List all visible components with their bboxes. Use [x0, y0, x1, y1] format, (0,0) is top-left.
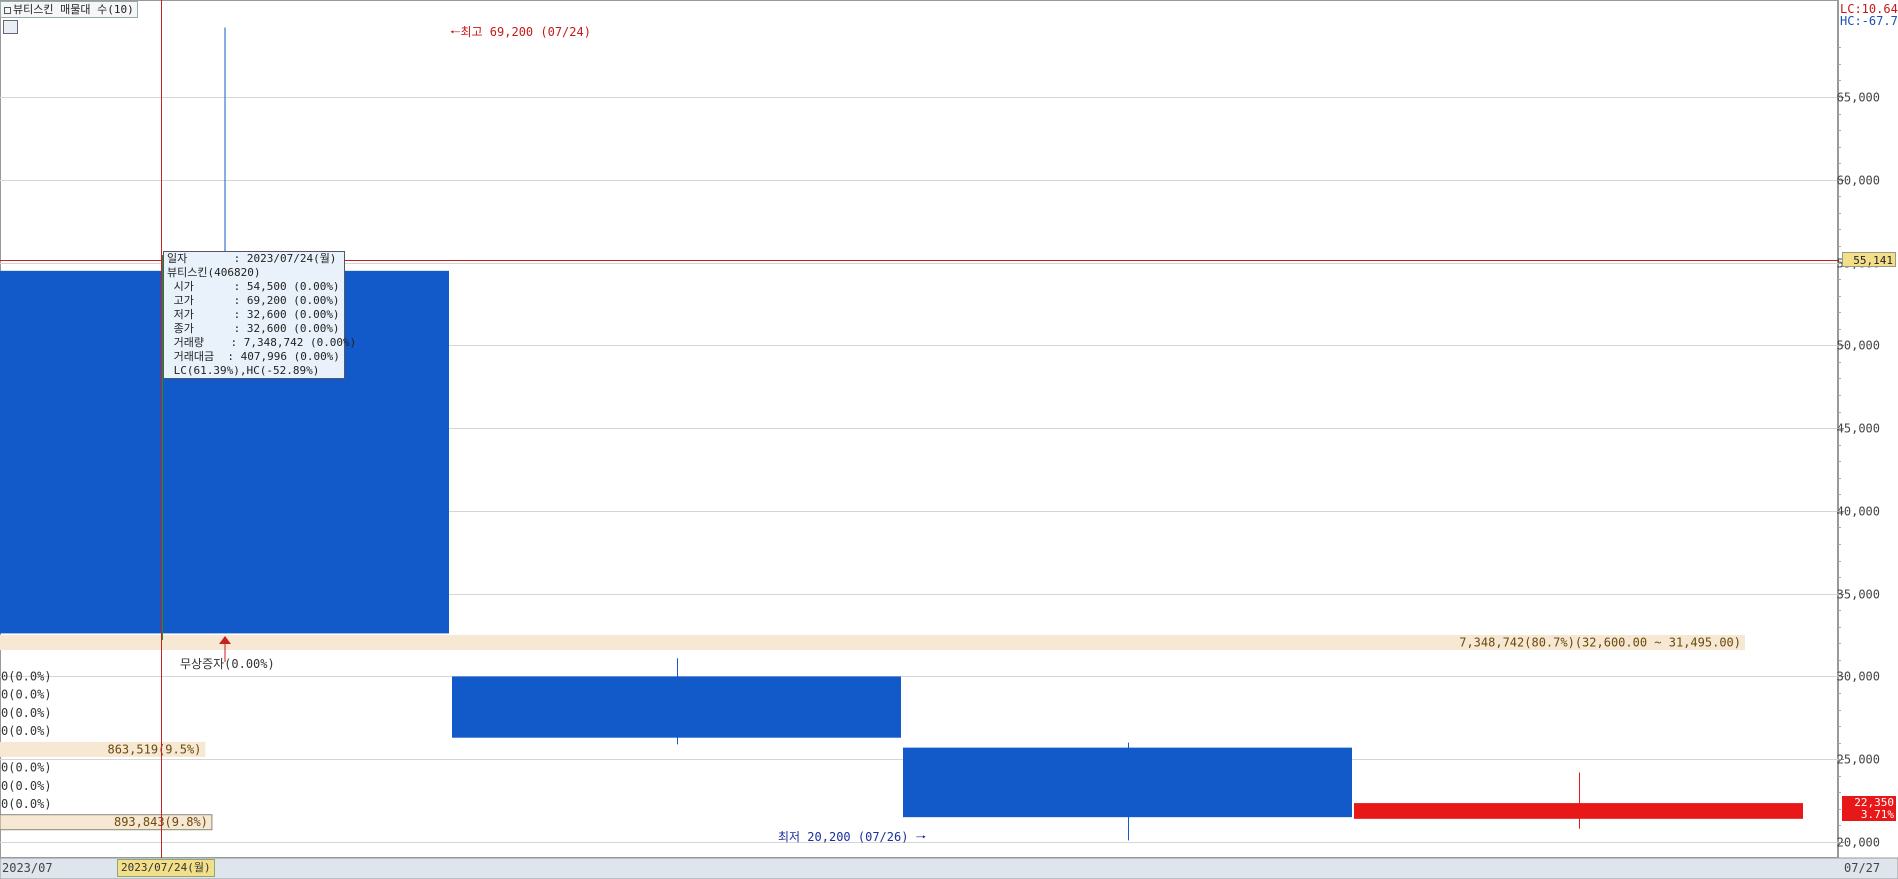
table-icon[interactable]	[3, 20, 18, 34]
y-axis-tick-label: 45,000	[1837, 422, 1880, 436]
y-axis-tick-label: 35,000	[1837, 588, 1880, 602]
y-axis-tick-label: 20,000	[1837, 836, 1880, 850]
left-arrow-icon: 🠐	[450, 25, 461, 39]
candle-body	[452, 676, 901, 738]
y-axis-tick-label: 30,000	[1837, 670, 1880, 684]
low-annotation: 최저 20,200 (07/26) 🠒	[778, 830, 927, 844]
y-axis-tick-label: 65,000	[1837, 91, 1880, 105]
tooltip-line: 거래대금 : 407,996 (0.00%)	[167, 350, 340, 363]
tooltip-line: 저가 : 32,600 (0.00%)	[167, 308, 340, 321]
high-annotation: 🠐최고 69,200 (07/24)	[450, 25, 591, 39]
tooltip-line: 시가 : 54,500 (0.00%)	[167, 280, 340, 293]
tooltip-line: LC(61.39%),HC(-52.89%)	[167, 364, 320, 377]
volume-profile-label: 7,348,742(80.7%)(32,600.00 ~ 31,495.00)	[1459, 636, 1741, 650]
candle-body	[1354, 803, 1803, 819]
last-price-pct: 3.71%	[1842, 809, 1896, 821]
tooltip-line: 종가 : 32,600 (0.00%)	[167, 322, 340, 335]
volume-profile-label: 0(0.0%)	[1, 724, 52, 738]
current-price-badge: 55,141	[1842, 252, 1896, 267]
right-arrow-icon: 🠒	[915, 830, 927, 844]
x-axis-panel	[0, 857, 1898, 879]
tooltip-line: 뷰티스킨(406820)	[167, 266, 261, 279]
price-chart[interactable]: 20,000 25,000 30,000 35,000 40,000 45,000 50,0…	[0, 0, 1898, 879]
x-axis-start-label: 2023/07	[2, 861, 53, 875]
volume-profile-label: 0(0.0%)	[1, 779, 52, 793]
volume-profile-label: 863,519(9.5%)	[107, 742, 201, 756]
volume-profile-label: 0(0.0%)	[1, 706, 52, 720]
volume-profile-label: 0(0.0%)	[1, 761, 52, 775]
tooltip-line: 거래량 : 7,348,742 (0.00%)	[167, 336, 357, 349]
y-axis-tick-label: 40,000	[1837, 505, 1880, 519]
tooltip-line: 일자 : 2023/07/24(월)	[167, 252, 337, 265]
volume-profile-label: 893,843(9.8%)	[114, 815, 208, 829]
volume-profile-label: 0(0.0%)	[1, 797, 52, 811]
hc-readout: HC:-67.70	[1840, 14, 1898, 28]
y-axis-tick-label: 60,000	[1837, 174, 1880, 188]
collapse-icon[interactable]	[4, 7, 11, 14]
volume-profile-label: 0(0.0%)	[1, 670, 52, 684]
event-marker-label: 무상증자(0.00%)	[180, 657, 275, 671]
y-axis-tick-label: 25,000	[1837, 753, 1880, 767]
y-axis-panel	[1838, 0, 1898, 879]
candle-tooltip: 일자 : 2023/07/24(월) 뷰티스킨(406820) 시가 : 54,5…	[163, 251, 357, 379]
y-axis-tick-label: 50,000	[1837, 339, 1880, 353]
x-axis-end-label: 07/27	[1844, 861, 1881, 875]
chart-title[interactable]: 뷰티스킨 매물대 수(10)	[0, 1, 138, 18]
tooltip-line: 고가 : 69,200 (0.00%)	[167, 294, 340, 307]
cursor-date-badge: 2023/07/24(월)	[117, 859, 215, 877]
volume-profile-label: 0(0.0%)	[1, 688, 52, 702]
candle-body	[903, 747, 1352, 818]
